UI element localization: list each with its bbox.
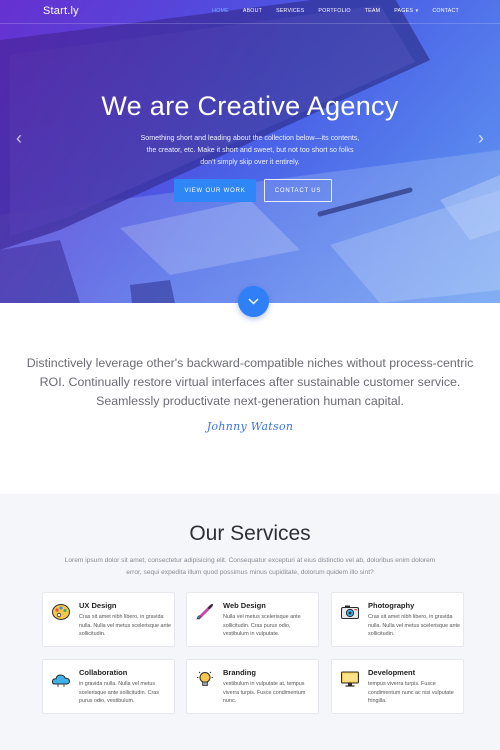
quote-line: ROI. Continually restore virtual interfa… xyxy=(39,375,461,389)
hero-title: We are Creative Agency xyxy=(101,91,399,121)
hero-description: Something short and leading about the co… xyxy=(0,132,500,168)
quote-line: Seamlessly productivate next-generation … xyxy=(96,394,404,408)
view-our-work-button[interactable]: View our work xyxy=(174,179,256,202)
quote-section: Distinctively leverage other's backward-… xyxy=(0,303,500,494)
hero-description-line: don't simply skip over it entirely. xyxy=(200,158,300,166)
service-card-photography[interactable]: Photography Cras sit amet nibh libero, i… xyxy=(331,592,464,647)
hero-description-line: the creator, etc. Make it short and swee… xyxy=(146,146,354,154)
lightbulb-icon xyxy=(197,671,213,686)
nav-contact[interactable]: Contact xyxy=(432,8,459,14)
nav-pages[interactable]: Pages ▾ xyxy=(394,8,418,14)
scroll-down-button[interactable] xyxy=(238,286,269,317)
hero-description-line: Something short and leading about the co… xyxy=(140,134,360,142)
quote-text: Distinctively leverage other's backward-… xyxy=(0,354,500,411)
service-card-description: in gravida nulla. Nulla vel metus sceler… xyxy=(79,681,159,704)
camera-icon xyxy=(341,605,359,619)
nav-pages-label: Pages xyxy=(394,8,414,14)
signature: Johnny Watson xyxy=(206,420,294,433)
brand-logo[interactable]: Start.ly xyxy=(43,5,79,17)
service-card-development[interactable]: Development tempus viverra turpis. Fusce… xyxy=(331,659,464,714)
monitor-icon xyxy=(341,671,359,687)
services-subtitle: Lorem ipsum dolor sit amet, consectetur … xyxy=(0,555,500,579)
service-card-description: tempus viverra turpis. Fusce condimentum… xyxy=(368,681,454,704)
service-card-title: Photography xyxy=(368,601,415,610)
cloud-icon xyxy=(51,674,71,687)
nav-about[interactable]: About xyxy=(243,8,262,14)
quote-line: Distinctively leverage other's backward-… xyxy=(26,356,474,370)
services-subtitle-line: Lorem ipsum dolor sit amet, consectetur … xyxy=(64,557,436,564)
nav-portfolio[interactable]: Portfolio xyxy=(318,8,350,14)
services-section: Our Services Lorem ipsum dolor sit amet,… xyxy=(0,494,500,750)
nav-team[interactable]: Team xyxy=(365,8,381,14)
service-card-description: vestibulum in vulputate at, tempus viver… xyxy=(223,681,306,704)
service-card-description: Cras sit amet nibh libero, in gravida nu… xyxy=(368,614,460,637)
navbar: Start.ly Home About Services Portfolio T… xyxy=(0,0,500,24)
caret-down-icon: ▾ xyxy=(414,8,419,14)
service-card-description: Nulla vel metus scelerisque ante sollici… xyxy=(223,614,301,637)
contact-us-button[interactable]: Contact us xyxy=(264,179,332,202)
service-card-title: Collaboration xyxy=(79,668,128,677)
service-card-title: Branding xyxy=(223,668,256,677)
service-card-title: Development xyxy=(368,668,416,677)
nav-services[interactable]: Services xyxy=(276,8,304,14)
service-card-ux-design[interactable]: UX Design Cras sit amet nibh libero, in … xyxy=(42,592,175,647)
service-card-title: Web Design xyxy=(223,601,266,610)
hero-section: Start.ly Home About Services Portfolio T… xyxy=(0,0,500,303)
service-card-description: Cras sit amet nibh libero, in gravida nu… xyxy=(79,614,171,637)
service-card-branding[interactable]: Branding vestibulum in vulputate at, tem… xyxy=(186,659,319,714)
brush-icon xyxy=(196,604,213,620)
services-title: Our Services xyxy=(189,522,311,545)
service-card-title: UX Design xyxy=(79,601,117,610)
services-subtitle-line: error, sequi expedita illum quod possimu… xyxy=(126,569,374,576)
palette-icon xyxy=(52,604,70,620)
service-card-collaboration[interactable]: Collaboration in gravida nulla. Nulla ve… xyxy=(42,659,175,714)
main-nav: Home About Services Portfolio Team Pages… xyxy=(198,8,459,14)
chevron-down-icon xyxy=(248,298,259,305)
nav-home[interactable]: Home xyxy=(212,8,229,14)
service-card-web-design[interactable]: Web Design Nulla vel metus scelerisque a… xyxy=(186,592,319,647)
